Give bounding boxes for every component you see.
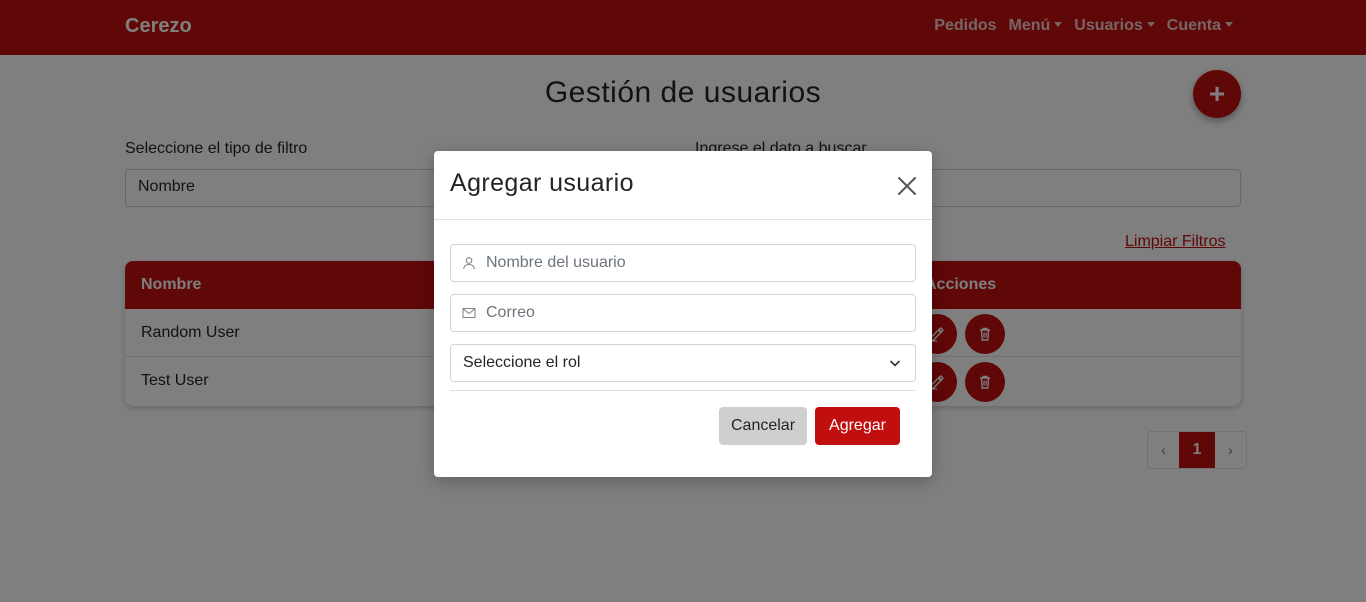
email-input[interactable]: [486, 295, 906, 331]
submit-add-button[interactable]: Agregar: [815, 407, 900, 445]
role-select-value: Seleccione el rol: [463, 354, 581, 371]
user-icon: [463, 257, 475, 270]
modal-divider: [450, 390, 916, 391]
add-user-modal: Agregar usuario Seleccione el rol Cancel…: [434, 151, 932, 477]
cancel-button[interactable]: Cancelar: [719, 407, 807, 445]
email-field: [450, 294, 916, 332]
username-input[interactable]: [486, 245, 906, 281]
role-select[interactable]: Seleccione el rol: [450, 344, 916, 382]
close-icon[interactable]: [896, 175, 918, 197]
modal-title: Agregar usuario: [450, 169, 634, 197]
modal-header: Agregar usuario: [434, 151, 932, 220]
chevron-down-icon: [889, 360, 901, 367]
mail-icon: [462, 307, 476, 319]
username-field: [450, 244, 916, 282]
